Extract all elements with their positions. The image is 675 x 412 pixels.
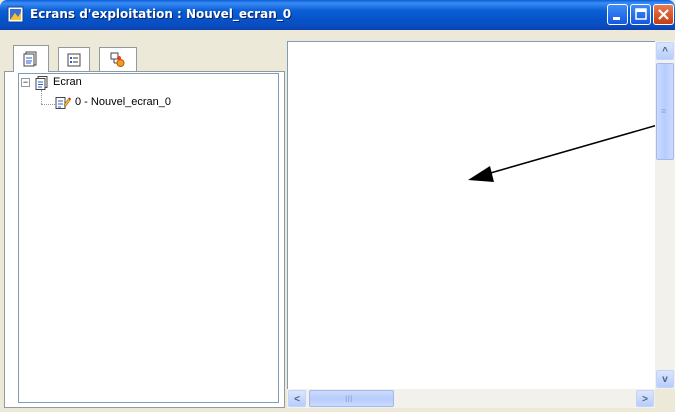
collapse-toggle[interactable]: − [21,78,30,87]
screens-list-icon [23,51,37,67]
tree-connector [41,90,42,104]
tree-node-label: 0 - Nouvel_ecran_0 [75,96,172,108]
tree-node-nouvel-ecran[interactable]: 0 - Nouvel_ecran_0 [55,96,205,110]
minimize-button[interactable] [607,4,628,25]
screen-canvas[interactable] [287,41,675,408]
thumb-grip-icon: III [345,394,353,404]
close-icon [658,9,669,20]
scroll-up-button[interactable]: ^ [656,42,674,60]
screen-app-icon [7,6,24,23]
window-title: Ecrans d'exploitation : Nouvel_ecran_0 [30,7,292,21]
annotation-arrow [468,119,675,182]
horizontal-scrollbar[interactable]: < III > [287,389,655,408]
objects-icon [110,52,125,67]
properties-list-icon [67,53,81,67]
screens-window: Ecrans d'exploitation : Nouvel_ecran_0 −… [0,0,675,412]
scroll-down-button[interactable]: v [656,370,674,388]
tree-node-label: Ecran [53,76,82,88]
maximize-icon [635,8,647,20]
horizontal-scroll-thumb[interactable]: III [309,390,394,407]
title-bar[interactable]: Ecrans d'exploitation : Nouvel_ecran_0 [0,0,675,30]
scroll-right-button[interactable]: > [636,390,654,407]
minimize-icon [613,17,620,20]
screen-folder-icon [35,76,48,90]
maximize-button[interactable] [630,4,651,25]
scroll-left-button[interactable]: < [288,390,306,407]
screen-edit-icon [55,97,71,109]
tree-box: − Ecran 0 - Nouvel_ecran_0 [4,71,285,408]
tree-node-ecran[interactable]: − Ecran [21,76,121,90]
tab-screens[interactable] [13,45,49,72]
vertical-scrollbar[interactable]: ^ ≡ v [655,41,675,389]
tab-objects[interactable] [99,47,137,72]
tree-view[interactable]: − Ecran 0 - Nouvel_ecran_0 [18,73,279,403]
vertical-scroll-thumb[interactable]: ≡ [656,63,674,160]
scroll-corner [655,389,675,408]
tree-panel: − Ecran 0 - Nouvel_ecran_0 [4,30,285,408]
close-button[interactable] [653,4,674,25]
tree-connector [41,104,55,105]
thumb-grip-icon: ≡ [661,106,667,116]
tab-properties[interactable] [58,47,90,72]
